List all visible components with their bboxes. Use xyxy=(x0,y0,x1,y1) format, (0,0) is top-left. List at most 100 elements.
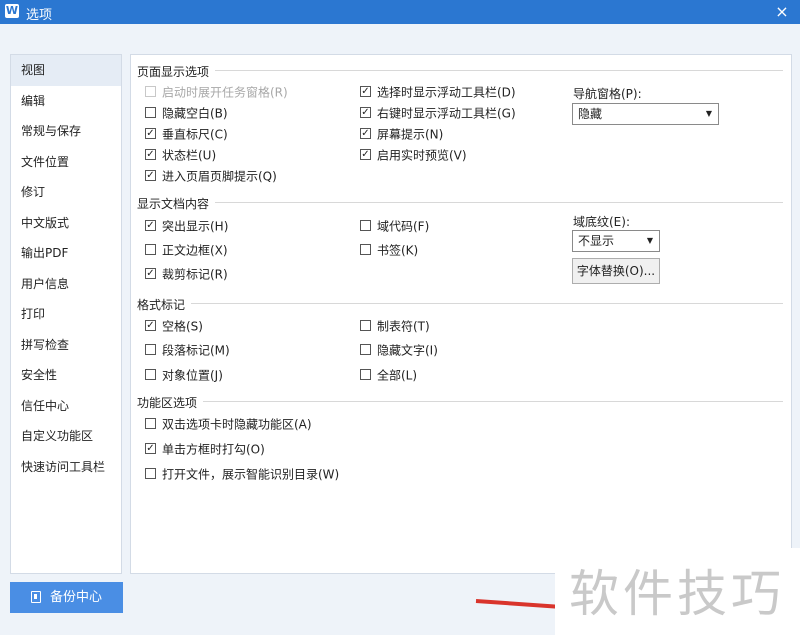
option-label: 段落标记(M) xyxy=(162,343,230,358)
option-floating-toolbar-right-click[interactable]: ✓ 右键时显示浮动工具栏(G) xyxy=(360,104,516,122)
title-bar: W 选项 × xyxy=(0,0,800,24)
nav-pane-value: 隐藏 xyxy=(578,107,603,121)
option-label: 隐藏文字(I) xyxy=(377,343,438,358)
option-object-anchors[interactable]: 对象位置(J) xyxy=(145,366,223,384)
watermark-text: 软件技巧 xyxy=(569,565,785,623)
option-label: 右键时显示浮动工具栏(G) xyxy=(377,106,516,121)
option-label: 域代码(F) xyxy=(377,219,430,234)
sidebar-item-spell-check[interactable]: 拼写检查 xyxy=(11,330,121,361)
close-button[interactable]: × xyxy=(772,2,792,22)
sidebar-item-security[interactable]: 安全性 xyxy=(11,360,121,391)
wps-app-icon: W xyxy=(5,4,19,18)
option-paragraph-marks[interactable]: 段落标记(M) xyxy=(145,341,230,359)
sidebar-item-file-location[interactable]: 文件位置 xyxy=(11,147,121,178)
section-title-ribbon: 功能区选项 xyxy=(137,396,198,410)
field-shading-select[interactable]: 不显示 ▼ xyxy=(572,230,660,252)
nav-pane-select[interactable]: 隐藏 ▼ xyxy=(572,103,719,125)
checkbox-checked-icon[interactable]: ✓ xyxy=(145,443,156,454)
sidebar-item-edit[interactable]: 编辑 xyxy=(11,86,121,117)
option-label: 双击选项卡时隐藏功能区(A) xyxy=(162,417,312,432)
sidebar-item-customize-ribbon[interactable]: 自定义功能区 xyxy=(11,421,121,452)
option-tab-characters[interactable]: 制表符(T) xyxy=(360,317,430,335)
option-bookmarks[interactable]: 书签(K) xyxy=(360,241,418,259)
options-sidebar: 视图 编辑 常规与保存 文件位置 修订 中文版式 输出PDF 用户信息 打印 拼… xyxy=(10,54,122,574)
option-hidden-text[interactable]: 隐藏文字(I) xyxy=(360,341,438,359)
option-highlight[interactable]: ✓ 突出显示(H) xyxy=(145,217,228,235)
checkbox-checked-icon[interactable]: ✓ xyxy=(360,107,371,118)
option-label: 制表符(T) xyxy=(377,319,430,334)
option-hide-whitespace[interactable]: 隐藏空白(B) xyxy=(145,104,228,122)
option-label: 单击方框时打勾(O) xyxy=(162,442,265,457)
option-header-footer-hint[interactable]: ✓ 进入页眉页脚提示(Q) xyxy=(145,167,277,185)
watermark-area: 软件技巧 xyxy=(555,548,800,635)
view-options-panel: 页面显示选项 启动时展开任务窗格(R) 隐藏空白(B) ✓ 垂直标尺(C) ✓ 状态… xyxy=(130,54,792,574)
nav-pane-label: 导航窗格(P): xyxy=(573,87,642,101)
sidebar-item-chinese-layout[interactable]: 中文版式 xyxy=(11,208,121,239)
sidebar-item-view[interactable]: 视图 xyxy=(11,55,121,86)
option-vertical-ruler[interactable]: ✓ 垂直标尺(C) xyxy=(145,125,228,143)
backup-center-button[interactable]: 备份中心 xyxy=(10,582,123,613)
option-status-bar[interactable]: ✓ 状态栏(U) xyxy=(145,146,216,164)
option-live-preview[interactable]: ✓ 启用实时预览(V) xyxy=(360,146,467,164)
section-divider xyxy=(215,70,783,71)
sidebar-item-general-save[interactable]: 常规与保存 xyxy=(11,116,121,147)
checkbox-icon[interactable] xyxy=(360,344,371,355)
checkbox-checked-icon[interactable]: ✓ xyxy=(145,170,156,181)
section-title-format-marks: 格式标记 xyxy=(137,298,186,312)
checkbox-checked-icon[interactable]: ✓ xyxy=(145,320,156,331)
sidebar-item-export-pdf[interactable]: 输出PDF xyxy=(11,238,121,269)
option-field-codes[interactable]: 域代码(F) xyxy=(360,217,429,235)
option-expand-task-pane: 启动时展开任务窗格(R) xyxy=(145,83,288,101)
checkbox-icon xyxy=(145,86,156,97)
checkbox-icon[interactable] xyxy=(145,107,156,118)
checkbox-icon[interactable] xyxy=(360,220,371,231)
checkbox-icon[interactable] xyxy=(145,344,156,355)
option-smart-toc[interactable]: 打开文件，展示智能识别目录(W) xyxy=(145,465,339,483)
section-divider xyxy=(191,303,783,304)
checkbox-icon[interactable] xyxy=(145,244,156,255)
option-label: 状态栏(U) xyxy=(162,148,217,163)
checkbox-icon[interactable] xyxy=(360,320,371,331)
option-label: 正文边框(X) xyxy=(162,243,228,258)
checkbox-icon[interactable] xyxy=(145,369,156,380)
field-shading-value: 不显示 xyxy=(578,234,615,248)
option-label: 垂直标尺(C) xyxy=(162,127,228,142)
option-label: 启动时展开任务窗格(R) xyxy=(162,85,288,100)
checkbox-icon[interactable] xyxy=(145,418,156,429)
checkbox-checked-icon[interactable]: ✓ xyxy=(360,149,371,160)
checkbox-checked-icon[interactable]: ✓ xyxy=(145,268,156,279)
sidebar-item-print[interactable]: 打印 xyxy=(11,299,121,330)
checkbox-checked-icon[interactable]: ✓ xyxy=(360,128,371,139)
checkbox-checked-icon[interactable]: ✓ xyxy=(145,128,156,139)
option-label: 启用实时预览(V) xyxy=(377,148,467,163)
checkbox-icon[interactable] xyxy=(360,369,371,380)
sidebar-item-quick-access-toolbar[interactable]: 快速访问工具栏 xyxy=(11,452,121,483)
option-label: 全部(L) xyxy=(377,368,418,383)
section-title-page-display: 页面显示选项 xyxy=(137,65,210,79)
option-floating-toolbar-select[interactable]: ✓ 选择时显示浮动工具栏(D) xyxy=(360,83,516,101)
option-spaces[interactable]: ✓ 空格(S) xyxy=(145,317,203,335)
sidebar-item-user-info[interactable]: 用户信息 xyxy=(11,269,121,300)
checkbox-checked-icon[interactable]: ✓ xyxy=(360,86,371,97)
field-shading-label: 域底纹(E): xyxy=(573,215,630,229)
sidebar-item-revision[interactable]: 修订 xyxy=(11,177,121,208)
font-substitution-button[interactable]: 字体替换(O)... xyxy=(572,258,660,284)
option-crop-marks[interactable]: ✓ 裁剪标记(R) xyxy=(145,265,228,283)
option-label: 突出显示(H) xyxy=(162,219,229,234)
option-label: 进入页眉页脚提示(Q) xyxy=(162,169,277,184)
option-text-border[interactable]: 正文边框(X) xyxy=(145,241,228,259)
window-title: 选项 xyxy=(26,8,53,23)
checkbox-icon[interactable] xyxy=(360,244,371,255)
option-label: 屏幕提示(N) xyxy=(377,127,444,142)
dropdown-arrow-icon: ▼ xyxy=(646,236,653,245)
option-all-marks[interactable]: 全部(L) xyxy=(360,366,417,384)
option-screen-tips[interactable]: ✓ 屏幕提示(N) xyxy=(360,125,443,143)
option-double-click-hide-ribbon[interactable]: 双击选项卡时隐藏功能区(A) xyxy=(145,415,312,433)
option-label: 隐藏空白(B) xyxy=(162,106,228,121)
checkbox-checked-icon[interactable]: ✓ xyxy=(145,149,156,160)
option-label: 选择时显示浮动工具栏(D) xyxy=(377,85,516,100)
sidebar-item-trust-center[interactable]: 信任中心 xyxy=(11,391,121,422)
checkbox-checked-icon[interactable]: ✓ xyxy=(145,220,156,231)
option-click-box-check[interactable]: ✓ 单击方框时打勾(O) xyxy=(145,440,265,458)
checkbox-icon[interactable] xyxy=(145,468,156,479)
